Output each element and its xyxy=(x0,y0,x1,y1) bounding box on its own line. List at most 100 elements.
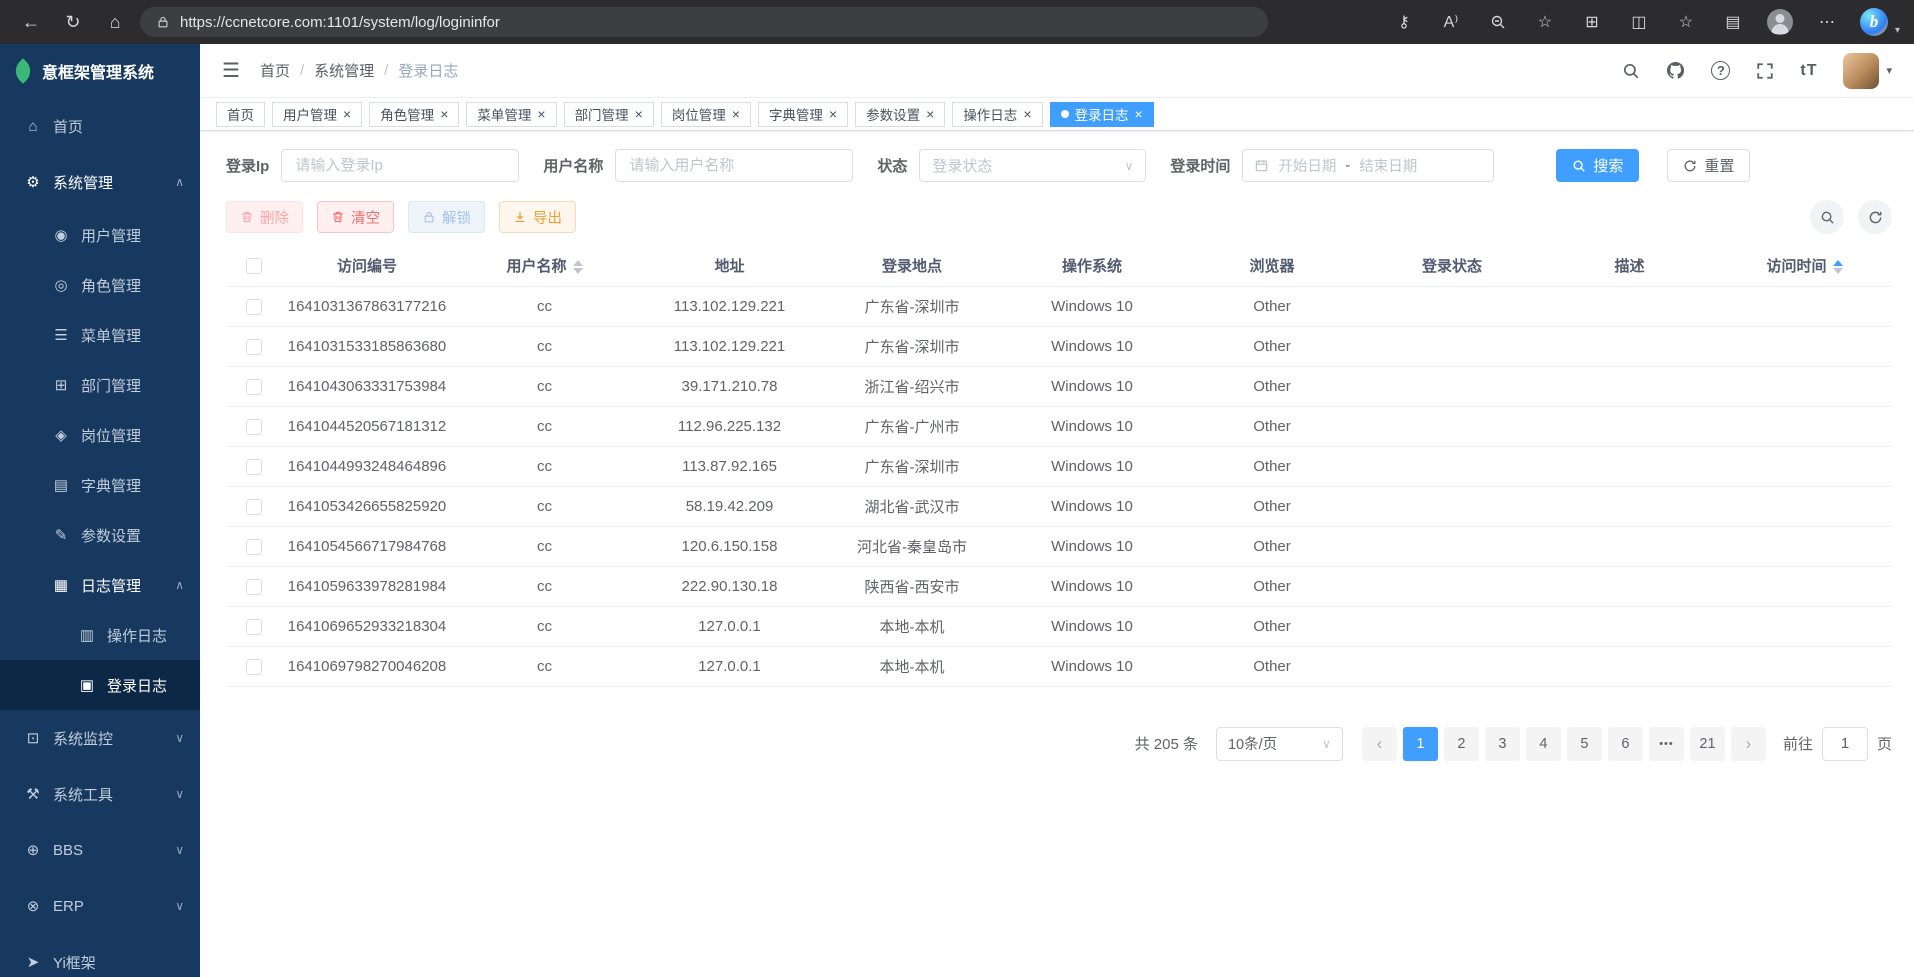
sidebar-item-op-log[interactable]: ▥操作日志 xyxy=(0,610,200,660)
sort-carets-icon[interactable] xyxy=(573,260,583,274)
row-checkbox[interactable] xyxy=(246,659,262,675)
row-checkbox[interactable] xyxy=(246,539,262,555)
sidebar-item-home[interactable]: ⌂首页 xyxy=(0,98,200,154)
tab-角色管理[interactable]: 角色管理× xyxy=(369,102,459,127)
breadcrumb-system[interactable]: 系统管理 xyxy=(314,60,374,81)
tab-close-icon[interactable]: × xyxy=(343,107,351,121)
toggle-search-button[interactable] xyxy=(1810,200,1844,234)
browser-home-icon[interactable]: ⌂ xyxy=(98,5,132,39)
favorites-bar-icon[interactable]: ☆ xyxy=(1672,8,1700,36)
row-checkbox[interactable] xyxy=(246,619,262,635)
tab-参数设置[interactable]: 参数设置× xyxy=(855,102,945,127)
sidebar-item-yi-framework[interactable]: ➤Yi框架 xyxy=(0,934,200,977)
extensions-icon[interactable]: ⊞ xyxy=(1578,8,1606,36)
status-select[interactable]: 登录状态 ∨ xyxy=(919,149,1146,182)
zoom-out-icon[interactable] xyxy=(1484,8,1512,36)
page-size-select[interactable]: 10条/页 ∨ xyxy=(1216,727,1343,761)
tab-close-icon[interactable]: × xyxy=(1135,107,1143,121)
tab-close-icon[interactable]: × xyxy=(537,107,545,121)
row-checkbox[interactable] xyxy=(246,419,262,435)
row-checkbox[interactable] xyxy=(246,379,262,395)
page-button-6[interactable]: 6 xyxy=(1608,727,1643,761)
github-icon[interactable] xyxy=(1666,61,1685,80)
sort-desc-icon[interactable] xyxy=(1833,268,1843,274)
sidebar-item-role-mgmt[interactable]: ◎角色管理 xyxy=(0,260,200,310)
sort-carets-icon[interactable] xyxy=(1833,260,1843,274)
unlock-button[interactable]: 解锁 xyxy=(408,201,485,233)
tab-close-icon[interactable]: × xyxy=(1023,107,1031,121)
tab-菜单管理[interactable]: 菜单管理× xyxy=(466,102,556,127)
page-button-1[interactable]: 1 xyxy=(1403,727,1438,761)
page-button-4[interactable]: 4 xyxy=(1526,727,1561,761)
page-button-3[interactable]: 3 xyxy=(1485,727,1520,761)
row-checkbox[interactable] xyxy=(246,499,262,515)
sidebar-item-post-mgmt[interactable]: ◈岗位管理 xyxy=(0,410,200,460)
sidebar-item-dept-mgmt[interactable]: ⊞部门管理 xyxy=(0,360,200,410)
browser-refresh-icon[interactable]: ↻ xyxy=(56,5,90,39)
sidebar-item-bbs[interactable]: ⊕BBS∨ xyxy=(0,822,200,878)
user-name-input[interactable] xyxy=(615,149,853,182)
tab-岗位管理[interactable]: 岗位管理× xyxy=(661,102,751,127)
sidebar-item-login-log[interactable]: ▣登录日志 xyxy=(0,660,200,710)
sidebar-item-erp[interactable]: ⊗ERP∨ xyxy=(0,878,200,934)
sidebar-item-param-settings[interactable]: ✎参数设置 xyxy=(0,510,200,560)
next-page-button[interactable]: › xyxy=(1731,727,1766,761)
sidebar-item-monitor[interactable]: ⊡系统监控∨ xyxy=(0,710,200,766)
sidebar-item-menu-mgmt[interactable]: ☰菜单管理 xyxy=(0,310,200,360)
sidebar-item-dict-mgmt[interactable]: ▤字典管理 xyxy=(0,460,200,510)
tab-部门管理[interactable]: 部门管理× xyxy=(564,102,654,127)
refresh-table-button[interactable] xyxy=(1858,200,1892,234)
font-size-icon[interactable]: tT xyxy=(1800,62,1817,80)
tab-close-icon[interactable]: × xyxy=(926,107,934,121)
goto-page-input[interactable] xyxy=(1822,727,1868,761)
fullscreen-icon[interactable] xyxy=(1756,62,1774,80)
tab-字典管理[interactable]: 字典管理× xyxy=(758,102,848,127)
browser-more-icon[interactable]: ⋯ xyxy=(1813,8,1841,36)
read-aloud-icon[interactable]: A⁾ xyxy=(1437,8,1465,36)
bing-dropdown-caret[interactable]: ▾ xyxy=(1895,25,1900,36)
sort-desc-icon[interactable] xyxy=(573,268,583,274)
page-button-5[interactable]: 5 xyxy=(1567,727,1602,761)
collections-icon[interactable]: ▤ xyxy=(1719,8,1747,36)
clear-button[interactable]: 清空 xyxy=(317,201,394,233)
browser-profile-icon[interactable] xyxy=(1766,8,1794,36)
sort-asc-icon[interactable] xyxy=(1833,260,1843,266)
header-search-icon[interactable] xyxy=(1622,62,1640,80)
row-checkbox[interactable] xyxy=(246,459,262,475)
sidebar-item-tools[interactable]: ⚒系统工具∨ xyxy=(0,766,200,822)
tab-登录日志[interactable]: 登录日志× xyxy=(1050,102,1154,127)
more-pages-button[interactable]: ••• xyxy=(1649,727,1684,761)
login-ip-input[interactable] xyxy=(281,149,519,182)
add-favorite-icon[interactable]: ☆ xyxy=(1531,8,1559,36)
sidebar-item-system[interactable]: ⚙系统管理∧ xyxy=(0,154,200,210)
bing-icon[interactable]: b xyxy=(1860,8,1888,36)
breadcrumb-home[interactable]: 首页 xyxy=(260,60,290,81)
browser-back-icon[interactable]: ← xyxy=(14,5,48,39)
select-all-checkbox[interactable] xyxy=(246,258,262,274)
tab-操作日志[interactable]: 操作日志× xyxy=(952,102,1042,127)
reset-button[interactable]: 重置 xyxy=(1667,149,1750,182)
tab-close-icon[interactable]: × xyxy=(635,107,643,121)
date-range-picker[interactable]: 开始日期 - 结束日期 xyxy=(1242,149,1494,182)
tab-首页[interactable]: 首页 xyxy=(216,102,265,127)
user-menu[interactable]: ▾ xyxy=(1843,53,1892,89)
sidebar-item-user-mgmt[interactable]: ◉用户管理 xyxy=(0,210,200,260)
collapse-sidebar-icon[interactable]: ☰ xyxy=(222,58,240,83)
export-button[interactable]: 导出 xyxy=(499,201,576,233)
help-icon[interactable]: ? xyxy=(1711,61,1730,80)
sort-asc-icon[interactable] xyxy=(573,260,583,266)
prev-page-button[interactable]: ‹ xyxy=(1362,727,1397,761)
password-key-icon[interactable]: ⚷ xyxy=(1390,8,1418,36)
tab-close-icon[interactable]: × xyxy=(829,107,837,121)
page-button-2[interactable]: 2 xyxy=(1444,727,1479,761)
sidebar-item-log-mgmt[interactable]: ▦日志管理∧ xyxy=(0,560,200,610)
address-bar[interactable]: https://ccnetcore.com:1101/system/log/lo… xyxy=(140,7,1268,37)
col-header-user-name[interactable]: 用户名称 xyxy=(452,246,637,286)
tab-close-icon[interactable]: × xyxy=(440,107,448,121)
delete-button[interactable]: 删除 xyxy=(226,201,303,233)
row-checkbox[interactable] xyxy=(246,299,262,315)
row-checkbox[interactable] xyxy=(246,579,262,595)
tab-close-icon[interactable]: × xyxy=(732,107,740,121)
row-checkbox[interactable] xyxy=(246,339,262,355)
split-screen-icon[interactable]: ◫ xyxy=(1625,8,1653,36)
